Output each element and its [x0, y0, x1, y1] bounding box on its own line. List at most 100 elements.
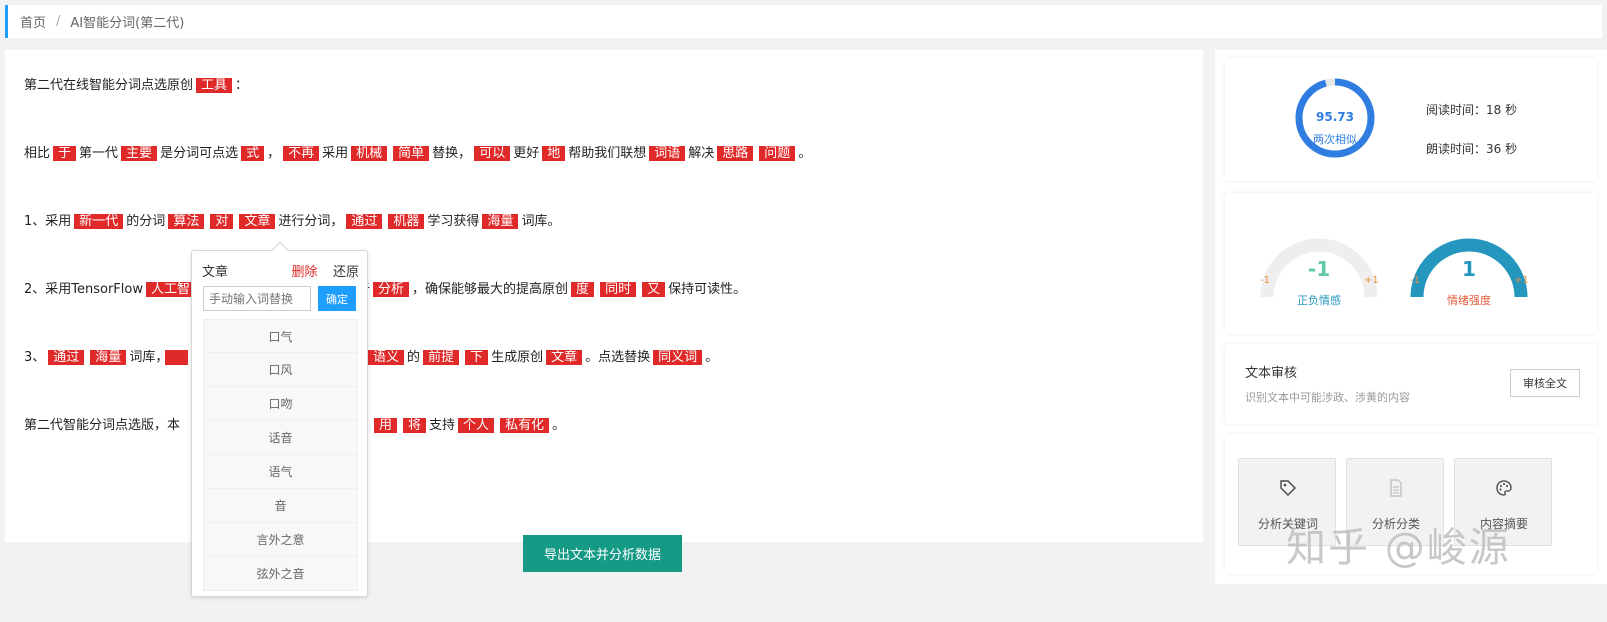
segmented-word[interactable]: 通过 — [48, 350, 85, 365]
segmented-word[interactable]: 算法 — [168, 214, 205, 229]
segmented-word[interactable]: 不再 — [283, 146, 320, 161]
segmented-word[interactable]: 文章 — [546, 350, 583, 365]
audit-title: 文本审核 — [1245, 366, 1298, 381]
plain-text: 第二代在线智能分词点选原创 — [24, 78, 194, 93]
segmented-word[interactable]: 私有化 — [500, 418, 550, 433]
palette-icon — [1455, 479, 1553, 501]
similarity-label: 两次相似 — [1313, 133, 1357, 146]
analysis-sidebar: 95.73 两次相似 阅读时间：18 秒 朗读时间：36 秒 -1 正负情感 -… — [1215, 50, 1607, 584]
synonym-item[interactable]: 口吻 — [203, 387, 358, 421]
segmented-word[interactable]: 语义 — [368, 350, 405, 365]
segmented-word[interactable]: 机器 — [388, 214, 425, 229]
plain-text: 。 — [552, 418, 566, 433]
synonym-item[interactable]: 弦外之音 — [203, 557, 358, 591]
segmented-word[interactable]: 人工智 — [146, 282, 196, 297]
similarity-value: 95.73 — [1316, 110, 1354, 124]
paragraph-4-left: 2、采用TensorFlow 人工智 — [24, 280, 198, 300]
delete-link[interactable]: 删除 — [291, 261, 317, 280]
segmented-word[interactable]: 个人 — [458, 418, 495, 433]
synonym-item[interactable]: 语气 — [203, 455, 358, 489]
breadcrumb-current: AI智能分词(第二代) — [70, 16, 185, 31]
similarity-card: 95.73 两次相似 阅读时间：18 秒 朗读时间：36 秒 — [1225, 58, 1597, 181]
sentiment-value: -1 — [1307, 257, 1331, 281]
segmented-word[interactable]: 分析 — [373, 282, 410, 297]
plain-text: 是分词可点选 — [160, 146, 239, 161]
plain-text: 的 — [407, 350, 421, 365]
synonym-item[interactable]: 口风 — [203, 353, 358, 387]
segmented-word[interactable]: 海量 — [90, 350, 127, 365]
segmented-word[interactable]: 前提 — [423, 350, 460, 365]
segmented-word[interactable]: 主要 — [121, 146, 158, 161]
reading-time: 阅读时间：18 秒 — [1426, 103, 1518, 117]
segmented-word[interactable]: 海量 — [482, 214, 519, 229]
plain-text: 的分词 — [126, 214, 166, 229]
segmented-word[interactable]: 可以 — [474, 146, 511, 161]
synonym-item[interactable]: 口气 — [203, 319, 358, 353]
breadcrumb-separator: / — [56, 14, 61, 29]
article-panel: 第二代在线智能分词点选原创 工具： 相比于第一代 主要 是分词可点选式，不再 采用 机械简… — [5, 50, 1203, 572]
segmented-word[interactable]: 用 — [374, 418, 398, 433]
replace-word-input[interactable] — [203, 286, 311, 311]
segmented-word[interactable]: 又 — [642, 282, 666, 297]
export-button[interactable]: 导出文本并分析数据 — [523, 535, 682, 572]
intensity-label: 情绪强度 — [1447, 294, 1491, 307]
synonym-item[interactable]: 音 — [203, 489, 358, 523]
plain-text: 相比 — [24, 146, 51, 161]
segmented-word[interactable]: 下 — [465, 350, 489, 365]
intensity-min: -1 — [1410, 275, 1420, 286]
segmented-word[interactable]: 简单 — [393, 146, 430, 161]
plain-text: 替换， — [432, 146, 472, 161]
segmented-word[interactable]: 式 — [241, 146, 265, 161]
plain-text: 第二代智能分词点选版，本 — [24, 418, 181, 433]
segmented-word[interactable]: 同义词 — [653, 350, 703, 365]
segmented-word[interactable]: 词语 — [649, 146, 686, 161]
sentiment-min: -1 — [1260, 275, 1270, 286]
intensity-max: +1 — [1514, 275, 1529, 286]
plain-text: 采用 — [322, 146, 349, 161]
speaking-time: 朗读时间：36 秒 — [1426, 142, 1518, 156]
plain-text: 帮助我们联想 — [568, 146, 647, 161]
synonym-item[interactable]: 话音 — [203, 421, 358, 455]
audit-subtitle: 识别文本中可能涉政、涉黄的内容 — [1245, 391, 1410, 404]
segmented-word[interactable]: 文章 — [239, 214, 276, 229]
segmented-word[interactable]: 度 — [571, 282, 595, 297]
breadcrumb-home[interactable]: 首页 — [20, 12, 46, 31]
segmented-word[interactable]: 地 — [542, 146, 566, 161]
paragraph-5-left: 3、 通过 海量 词库， — [24, 348, 191, 368]
emotion-gauges — [1260, 238, 1528, 298]
plain-text: 词库， — [129, 350, 162, 365]
segmented-word[interactable]: 通过 — [346, 214, 383, 229]
plain-text: 。 — [705, 350, 719, 365]
synonym-item[interactable]: 言外之意 — [203, 523, 358, 557]
paragraph-6-left: 第二代智能分词点选版，本 — [24, 416, 180, 436]
synonym-list: 口气 口风 口吻 话音 语气 音 言外之意 弦外之音 — [203, 319, 358, 591]
segmented-word[interactable]: 问题 — [759, 146, 796, 161]
segmented-word[interactable] — [164, 350, 188, 365]
segmented-word[interactable]: 对 — [210, 214, 234, 229]
segmented-word[interactable]: 同时 — [600, 282, 637, 297]
paragraph-6-right: 用将支持 个人 私有化。 — [371, 416, 565, 436]
plain-text: 2、采用TensorFlow — [24, 282, 143, 297]
segmented-word[interactable]: 思路 — [717, 146, 754, 161]
segmented-word[interactable]: 工具 — [196, 78, 233, 93]
document-icon — [1347, 479, 1445, 501]
popup-word: 文章 — [202, 265, 229, 280]
segmented-word[interactable]: 将 — [403, 418, 427, 433]
restore-link[interactable]: 还原 — [333, 261, 359, 280]
paragraph-2: 相比于第一代 主要 是分词可点选式，不再 采用 机械 简单 替换， 可以 更好地帮助我们联想 词语… — [24, 144, 811, 164]
popup-header: 文章 删除 还原 — [202, 261, 359, 280]
plain-text: 解决 — [688, 146, 715, 161]
segmented-word[interactable]: 机械 — [351, 146, 388, 161]
plain-text: 第一代 — [79, 146, 119, 161]
confirm-button[interactable]: 确定 — [318, 286, 356, 311]
segmented-word[interactable]: 新一代 — [74, 214, 124, 229]
audit-full-text-button[interactable]: 审核全文 — [1510, 369, 1580, 397]
synonym-popup: 文章 删除 还原 确定 口气 口风 口吻 话音 语气 音 言外之意 弦外之音 — [191, 241, 368, 597]
watermark: 知乎 @峻源 — [1286, 525, 1511, 571]
paragraph-4-right: 于分析，确保能够最大的提高原创度同时又保持可读性。 — [357, 280, 746, 300]
plain-text: 进行分词， — [278, 214, 344, 229]
plain-text: 。 — [798, 146, 812, 161]
segmented-word[interactable]: 于 — [53, 146, 77, 161]
plain-text: 词库。 — [521, 214, 561, 229]
sentiment-max: +1 — [1364, 275, 1379, 286]
